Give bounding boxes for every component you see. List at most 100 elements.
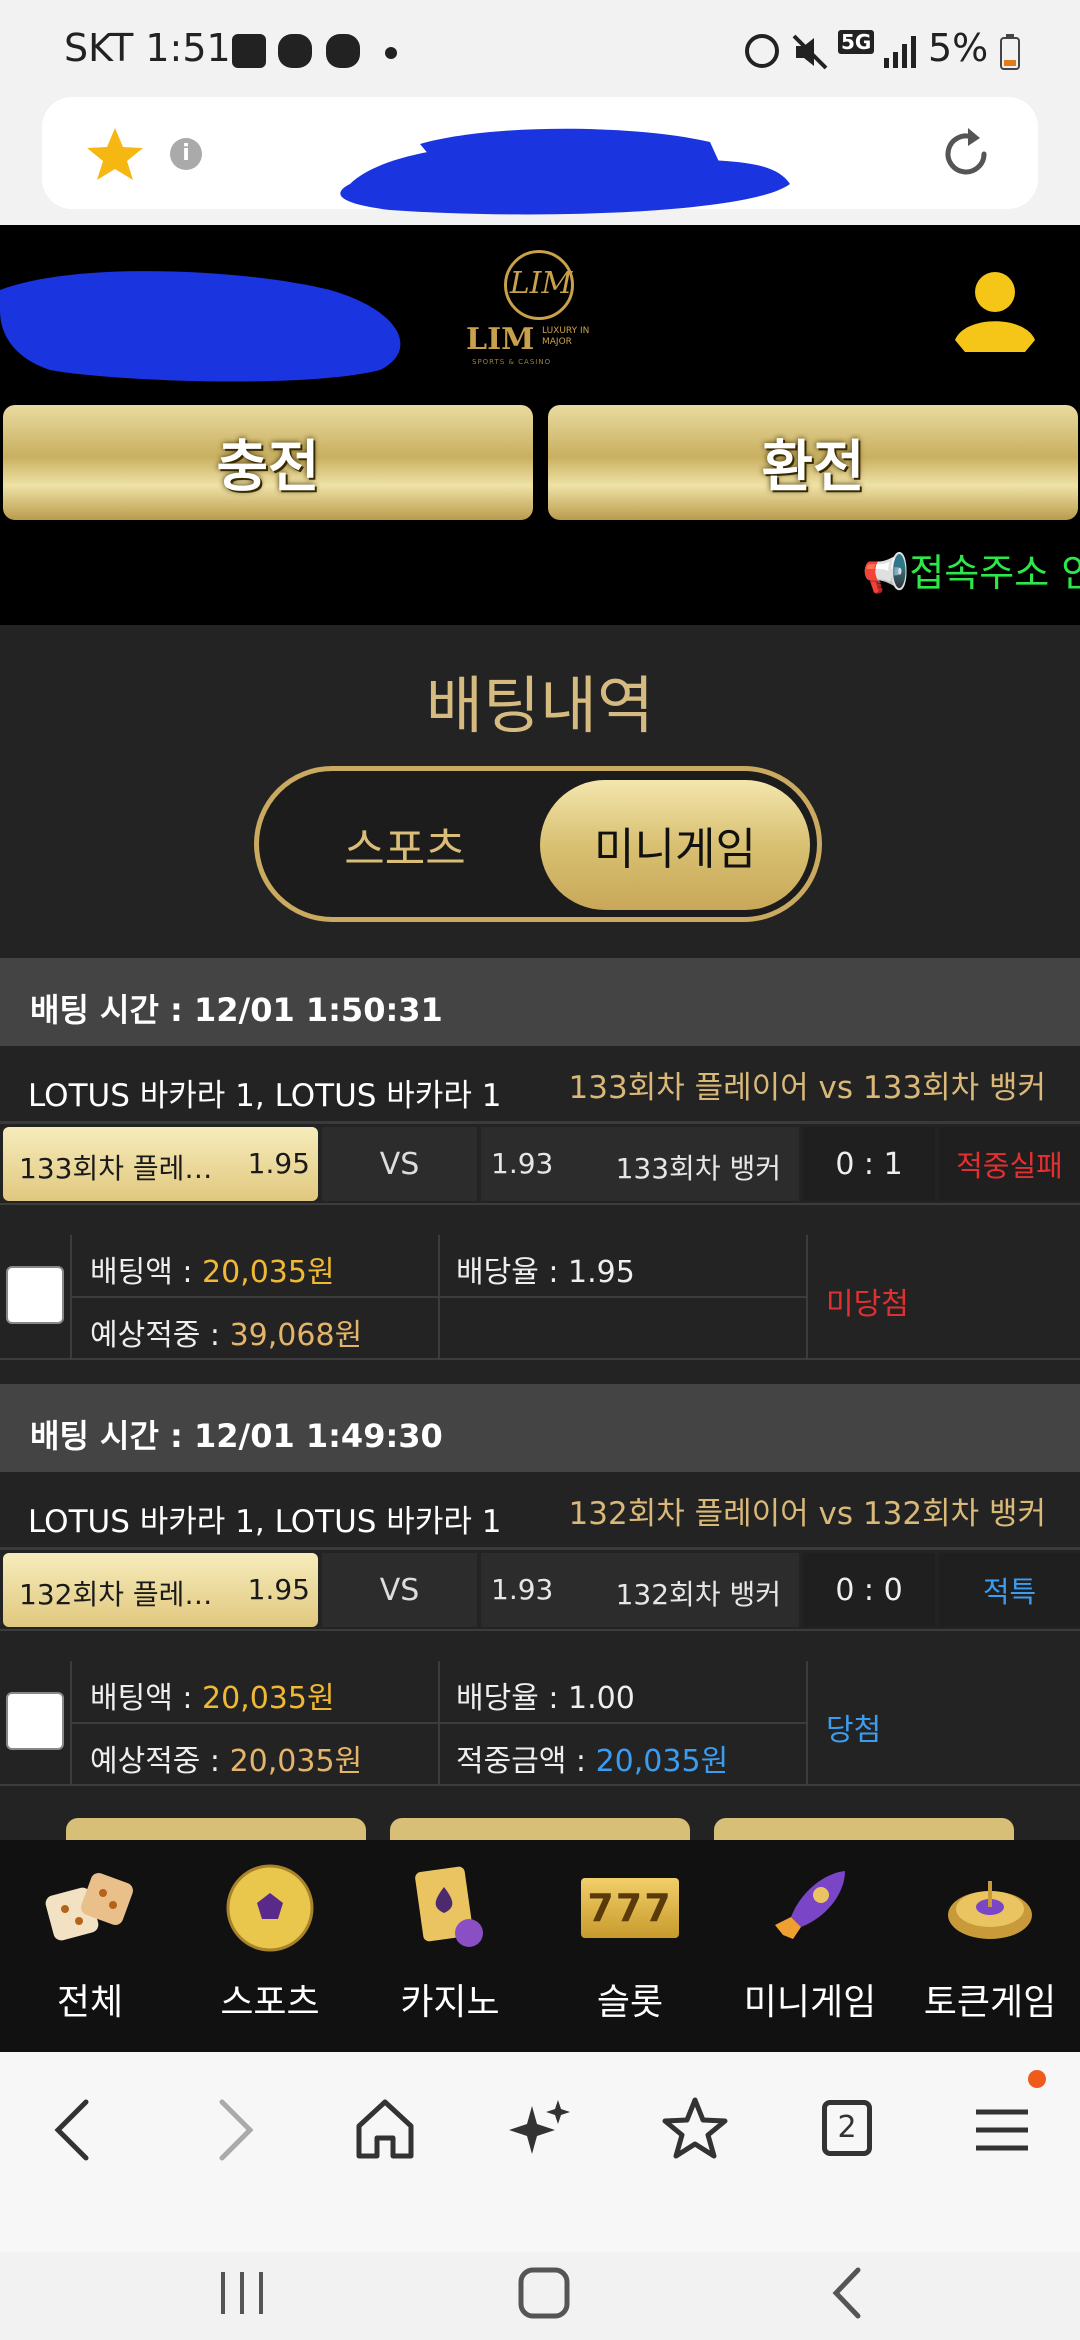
divider: [72, 1722, 806, 1724]
redaction-scribble: [340, 128, 790, 215]
home-icon[interactable]: [345, 2090, 425, 2170]
score: 0 : 1: [803, 1127, 935, 1201]
info-icon[interactable]: i: [170, 138, 202, 170]
star-icon[interactable]: [86, 126, 144, 182]
signal-icon: [884, 36, 916, 68]
rate-value: 1.95: [567, 1255, 635, 1290]
pagination-button[interactable]: [390, 1818, 690, 1840]
redaction-scribble: [0, 271, 401, 382]
nav-label: 스포츠: [220, 1982, 320, 2023]
divider: [0, 1784, 1080, 1786]
nav-all[interactable]: 전체: [0, 1855, 180, 2035]
divider: [0, 1121, 1080, 1124]
bet-amount-label: 배팅액 :: [90, 1681, 202, 1716]
pagination-button[interactable]: [714, 1818, 1014, 1840]
nav-label: 미니게임: [743, 1982, 877, 2023]
nav-sports[interactable]: 스포츠: [180, 1855, 360, 2035]
divider: [0, 1358, 1080, 1360]
home-odds: 1.95: [247, 1147, 310, 1180]
recent-apps-icon[interactable]: [207, 2258, 277, 2328]
logo-subtitle: LUXURY IN MAJOR: [542, 326, 590, 347]
nav-slot[interactable]: 777 슬롯: [540, 1855, 720, 2035]
divider: [72, 1296, 806, 1298]
nav-label: 토큰게임: [923, 1982, 1057, 2023]
result-badge: 적중실패: [939, 1127, 1080, 1201]
battery-icon: [1000, 34, 1020, 70]
nav-casino[interactable]: 카지노: [360, 1855, 540, 2035]
rate-row: 배당율 : 1.00: [456, 1673, 635, 1717]
pick-away: 1.93 133회차 뱅커: [481, 1127, 799, 1201]
divider: [0, 1203, 1080, 1205]
select-checkbox[interactable]: [6, 1266, 64, 1324]
away-odds: 1.93: [491, 1147, 554, 1180]
home-name: 133회차 플레…: [19, 1152, 213, 1185]
forward-icon[interactable]: [194, 2090, 274, 2170]
logo-tagline: SPORTS & CASINO: [472, 358, 552, 366]
slot-777-icon: 777: [581, 1863, 679, 1953]
user-icon[interactable]: [955, 270, 1035, 360]
gallery-icon: [232, 34, 266, 68]
expected-row: 예상적중 : 39,068원: [90, 1310, 362, 1354]
tab-minigame[interactable]: 미니게임: [540, 780, 810, 910]
away-name: 133회차 뱅커: [615, 1152, 781, 1185]
pick-home: 132회차 플레… 1.95: [3, 1553, 318, 1627]
charge-button[interactable]: 충전: [3, 405, 533, 520]
rocket-icon: [775, 1871, 845, 1939]
bet-amount: 20,035원: [201, 1255, 335, 1290]
sparkle-icon[interactable]: [500, 2090, 580, 2170]
bet-time: 배팅 시간 : 12/01 1:49:30: [30, 1417, 443, 1455]
slot-reel: 777: [581, 1878, 679, 1938]
game-name: LOTUS 바카라 1, LOTUS 바카라 1: [28, 1078, 502, 1114]
notification-dot-icon: [385, 47, 397, 59]
nav-minigame[interactable]: 미니게임: [720, 1855, 900, 2035]
soccer-ball-icon: [226, 1864, 314, 1952]
alarm-icon: [745, 34, 779, 68]
result-badge: 적특: [939, 1553, 1080, 1627]
game-controller-icon: [326, 34, 360, 68]
away-name: 132회차 뱅커: [615, 1578, 781, 1611]
nav-label: 슬롯: [596, 1982, 664, 2023]
back-icon[interactable]: [34, 2090, 114, 2170]
divider: [806, 1661, 808, 1786]
select-checkbox[interactable]: [6, 1692, 64, 1750]
vs-label: VS: [322, 1127, 477, 1201]
win-amount-label: 적중금액 :: [456, 1744, 596, 1779]
nav-label: 전체: [56, 1982, 124, 2023]
reload-icon[interactable]: [936, 124, 996, 184]
home-name: 132회차 플레…: [19, 1578, 213, 1611]
bet-amount-row: 배팅액 : 20,035원: [90, 1673, 335, 1717]
bet-amount: 20,035원: [201, 1681, 335, 1716]
status-time: SKT 1:51: [64, 26, 231, 70]
home-button-icon[interactable]: [509, 2258, 579, 2328]
notice-marquee[interactable]: 📢접속주소 안: [862, 542, 1080, 597]
divider: [0, 1547, 1080, 1550]
expected-label: 예상적중 :: [90, 1744, 230, 1779]
system-back-icon[interactable]: [814, 2258, 884, 2328]
network-badge: 5G: [838, 30, 875, 54]
tabs-button[interactable]: 2: [822, 2100, 872, 2156]
battery-percent: 5%: [928, 26, 989, 70]
logo-text: LIM: [466, 322, 535, 357]
divider: [0, 1629, 1080, 1631]
menu-badge-dot: [1028, 2070, 1046, 2088]
win-status: 당첨: [826, 1713, 882, 1748]
nav-token-game[interactable]: 토큰게임: [900, 1855, 1080, 2035]
pick-away: 1.93 132회차 뱅커: [481, 1553, 799, 1627]
bookmarks-icon[interactable]: [655, 2090, 735, 2170]
home-odds: 1.95: [247, 1573, 310, 1606]
game-name: LOTUS 바카라 1, LOTUS 바카라 1: [28, 1504, 502, 1540]
tab-sports[interactable]: 스포츠: [280, 785, 530, 905]
roulette-icon: [948, 1881, 1032, 1939]
divider: [806, 1235, 808, 1360]
site-logo[interactable]: LIM LIM LUXURY IN MAJOR SPORTS & CASINO: [462, 250, 622, 370]
pagination-button[interactable]: [66, 1818, 366, 1840]
expected-label: 예상적중 :: [90, 1318, 230, 1353]
logo-mark: LIM: [509, 266, 573, 301]
menu-icon[interactable]: [962, 2090, 1042, 2170]
rate-label: 배당율 :: [456, 1255, 568, 1290]
bet-amount-row: 배팅액 : 20,035원: [90, 1247, 335, 1291]
cards-icon: [415, 1866, 483, 1947]
page-title: 배팅내역: [425, 669, 655, 742]
expected-amount: 20,035원: [229, 1744, 363, 1779]
exchange-button[interactable]: 환전: [548, 405, 1078, 520]
